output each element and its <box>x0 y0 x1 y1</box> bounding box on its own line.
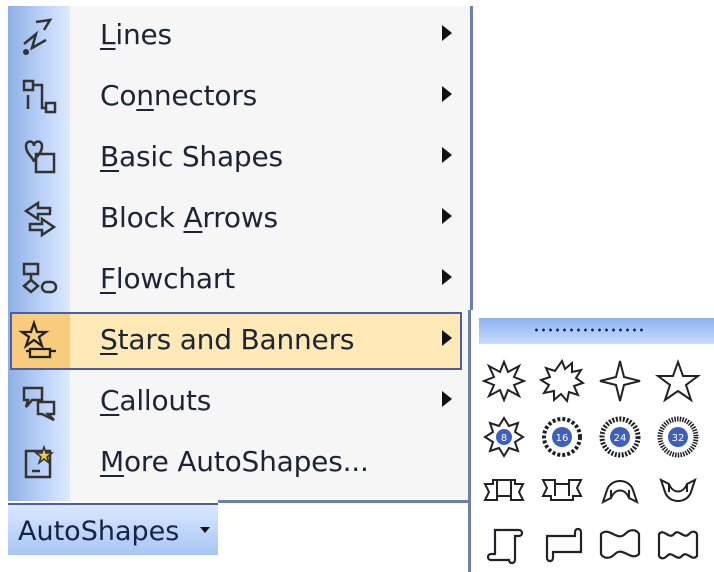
menu-item-label: Connectors <box>100 79 258 112</box>
stars-and-banners-submenu: 8 16 24 32 <box>468 310 714 572</box>
submenu-arrow-icon <box>442 208 452 224</box>
mnemonic: B <box>100 140 120 173</box>
5-point-star-icon[interactable] <box>655 358 701 404</box>
wave-icon[interactable] <box>597 522 643 568</box>
menu-bottom-rule <box>218 500 470 503</box>
menu-item-label: Callouts <box>100 384 212 417</box>
32-point-star-icon[interactable]: 32 <box>655 414 701 460</box>
star-label: 32 <box>672 433 685 444</box>
mnemonic: C <box>100 384 120 417</box>
autoshapes-button[interactable]: AutoShapes <box>8 503 218 555</box>
16-point-star-icon[interactable]: 16 <box>539 414 585 460</box>
submenu-arrow-icon <box>442 391 452 407</box>
autoshapes-menu: Lines Connectors Basic Shapes Block Arro… <box>8 6 473 501</box>
curved-up-ribbon-icon[interactable] <box>597 468 643 514</box>
menu-item-more-autoshapes[interactable]: More AutoShapes... <box>8 433 470 494</box>
flowchart-icon <box>22 262 58 294</box>
vertical-scroll-icon[interactable] <box>481 522 527 568</box>
menu-item-basic-shapes[interactable]: Basic Shapes <box>8 128 470 189</box>
connectors-icon <box>22 79 57 114</box>
menu-item-connectors[interactable]: Connectors <box>8 67 470 128</box>
24-point-star-icon[interactable]: 24 <box>597 414 643 460</box>
horizontal-scroll-icon[interactable] <box>539 522 585 568</box>
menu-item-label: Stars and Banners <box>100 323 355 356</box>
label-rest: ines <box>115 18 172 51</box>
autoshapes-label: AutoShapes <box>18 516 180 547</box>
move-handle[interactable] <box>479 318 714 344</box>
dropdown-arrow-icon <box>200 527 210 533</box>
lines-icon <box>23 18 53 55</box>
explosion-2-icon[interactable] <box>539 358 585 404</box>
more-autoshapes-icon <box>24 444 55 479</box>
mnemonic: S <box>100 323 118 356</box>
submenu-arrow-icon <box>442 269 452 285</box>
menu-item-label: Flowchart <box>100 262 235 295</box>
double-wave-icon[interactable] <box>655 522 701 568</box>
8-point-star-icon[interactable]: 8 <box>481 414 527 460</box>
grip-dots <box>533 328 645 332</box>
menu-item-block-arrows[interactable]: Block Arrows <box>8 189 470 250</box>
up-ribbon-icon[interactable] <box>481 468 527 514</box>
curved-down-ribbon-icon[interactable] <box>655 468 701 514</box>
down-ribbon-icon[interactable] <box>539 468 585 514</box>
4-point-star-icon[interactable] <box>597 358 643 404</box>
mnemonic: M <box>100 445 124 478</box>
submenu-arrow-icon <box>442 25 452 41</box>
menu-item-label: Block Arrows <box>100 201 278 234</box>
basic-shapes-icon <box>24 140 56 174</box>
callouts-icon <box>22 386 56 422</box>
stars-banners-icon <box>18 319 56 359</box>
menu-item-lines[interactable]: Lines <box>8 6 470 67</box>
menu-item-label: More AutoShapes... <box>100 445 369 478</box>
mnemonic: L <box>100 18 116 51</box>
menu-item-label: Basic Shapes <box>100 140 283 173</box>
explosion-1-icon[interactable] <box>481 358 527 404</box>
star-label: 24 <box>614 433 627 444</box>
menu-item-callouts[interactable]: Callouts <box>8 372 470 433</box>
submenu-arrow-icon <box>442 147 452 163</box>
mnemonic: n <box>136 79 154 112</box>
menu-item-label: Lines <box>100 18 172 51</box>
block-arrows-icon <box>23 200 57 238</box>
mnemonic: F <box>100 262 116 295</box>
star-label: 8 <box>501 433 507 444</box>
submenu-arrow-icon <box>442 330 452 346</box>
star-label: 16 <box>556 433 569 444</box>
menu-item-flowchart[interactable]: Flowchart <box>8 250 470 311</box>
menu-item-stars-and-banners[interactable]: Stars and Banners <box>8 311 470 372</box>
mnemonic: A <box>183 201 203 234</box>
submenu-arrow-icon <box>442 86 452 102</box>
